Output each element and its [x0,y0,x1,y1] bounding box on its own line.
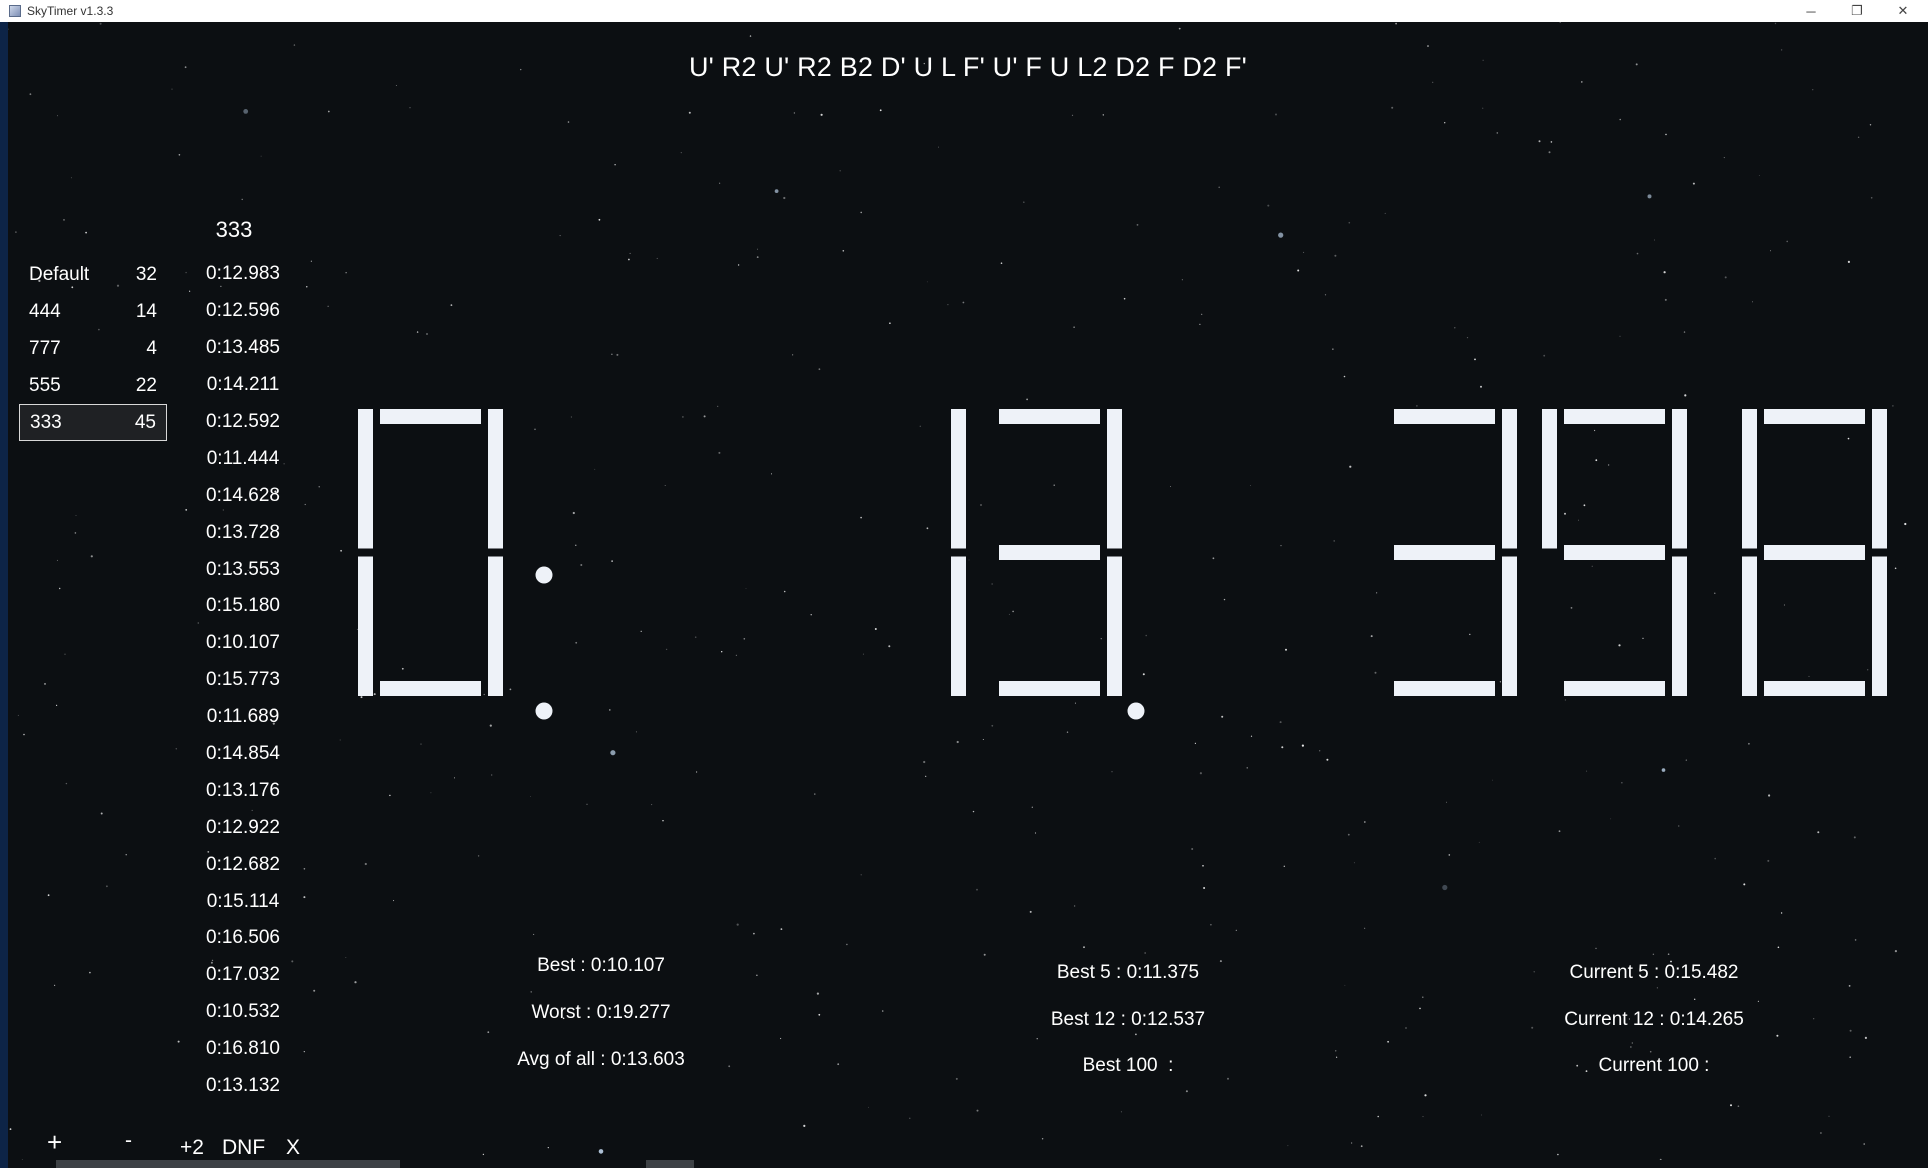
timer-segment [1742,556,1757,696]
window-title: SkyTimer v1.3.3 [27,4,114,18]
scrollbar-thumb[interactable] [56,1160,400,1168]
stat-current5: Current 5 : 0:15.482 [1569,962,1739,983]
restore-button[interactable]: ❐ [1834,0,1880,22]
timer-segment [1872,556,1887,696]
scrollbar-thumb-secondary[interactable] [646,1160,694,1168]
timer-segment [1564,409,1665,424]
stat-current100: Current 100 : [1598,1055,1710,1076]
timer-segment [1764,681,1865,696]
timer-segment [1502,556,1517,696]
timer-segment [488,409,503,549]
timer-segment [999,409,1100,424]
minimize-icon: ─ [1806,3,1816,19]
timer-segment [1542,409,1557,549]
timer-segment [1394,409,1495,424]
stat-best5: Best 5 : 0:11.375 [1056,962,1200,983]
add-session-button[interactable]: + [47,1127,62,1158]
timer-segment [380,409,481,424]
timer-segment [1394,545,1495,560]
timer-segment [1672,556,1687,696]
timer-segment [951,409,966,549]
timer-colon-dot [535,566,553,584]
app-area: U' R2 U' R2 B2 D' U L F' U' F U L2 D2 F … [0,22,1928,1168]
timer-decimal-dot [1127,702,1145,720]
timer-segment [1394,681,1495,696]
timer-segment [1742,409,1757,549]
restore-icon: ❐ [1851,3,1863,18]
delete-time-button[interactable]: X [286,1136,300,1160]
stat-avg-all: Avg of all : 0:13.603 [517,1049,685,1070]
stat-best100: Best 100 : [1082,1055,1174,1076]
timer-segment [1672,409,1687,549]
stat-worst: Worst : 0:19.277 [531,1002,671,1023]
timer-segment [951,556,966,696]
minimize-button[interactable]: ─ [1788,0,1834,22]
timer-segment [1564,681,1665,696]
timer-segment [1502,409,1517,549]
timer-segment [1764,409,1865,424]
timer-segment [1564,545,1665,560]
timer-segment [1764,545,1865,560]
timer-colon-dot [535,702,553,720]
dnf-button[interactable]: DNF [222,1136,265,1160]
timer-segment [1107,556,1122,696]
timer-segment [358,409,373,549]
timer-segment [358,556,373,696]
timer-segment [488,556,503,696]
close-button[interactable]: ✕ [1880,0,1926,22]
stat-best: Best : 0:10.107 [537,955,665,976]
timer-segment [1872,409,1887,549]
remove-session-button[interactable]: - [125,1129,132,1153]
timer-segment [380,681,481,696]
stat-best12: Best 12 : 0:12.537 [1050,1009,1206,1030]
timer-segment [1107,409,1122,549]
app-icon [9,5,21,17]
timer-segment [999,545,1100,560]
title-bar: SkyTimer v1.3.3 ─ ❐ ✕ [0,0,1928,22]
stat-current12: Current 12 : 0:14.265 [1564,1009,1744,1030]
plus-two-button[interactable]: +2 [180,1136,204,1160]
close-icon: ✕ [1897,3,1909,18]
left-window-edge [0,22,8,1168]
timer-segment [999,681,1100,696]
timer-display [358,409,1887,720]
